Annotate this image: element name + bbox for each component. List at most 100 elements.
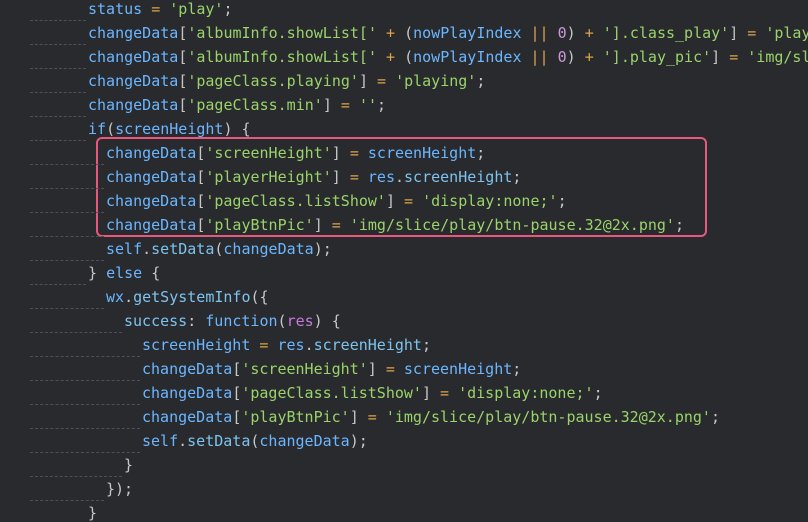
code-token: ) xyxy=(566,24,576,42)
indent-guide xyxy=(30,117,86,141)
code-token: = xyxy=(376,360,404,378)
code-token: '].class_play' xyxy=(602,24,730,42)
code-token: = xyxy=(340,168,368,186)
code-token: [ xyxy=(232,408,242,426)
indent-guide xyxy=(30,453,122,477)
code-token: screenHeight xyxy=(313,336,422,354)
code-token: ] xyxy=(358,72,368,90)
code-token: ( xyxy=(106,120,116,138)
code-token: [ xyxy=(196,168,206,186)
code-token: . xyxy=(304,336,314,354)
code-token: changeData xyxy=(88,24,179,42)
code-token: 'pageClass.playing' xyxy=(187,72,359,90)
code-token: '].play_pic' xyxy=(602,48,712,66)
code-token: screenHeight xyxy=(403,360,513,378)
code-token: changeData xyxy=(106,144,197,162)
code-token: 'display:none;' xyxy=(458,384,594,402)
code-token: ; xyxy=(674,216,684,234)
code-text: changeData['playerHeight'] = res.screenH… xyxy=(106,165,521,189)
code-token: 'display:none;' xyxy=(422,192,558,210)
code-token: [ xyxy=(196,144,206,162)
code-token: . xyxy=(395,168,405,186)
code-line: self.setData(changeData); xyxy=(0,429,808,453)
code-token: '' xyxy=(358,96,377,114)
indent-guide xyxy=(30,189,104,213)
code-line: changeData['pageClass.listShow'] = 'disp… xyxy=(0,381,808,405)
code-token: changeData xyxy=(88,48,179,66)
code-token: 'albumInfo.showList[' xyxy=(187,24,377,42)
indent-guide xyxy=(30,141,104,165)
code-token: getSystemInfo xyxy=(133,288,251,306)
indent-guide xyxy=(30,69,86,93)
code-token: || xyxy=(521,48,558,66)
code-text: changeData['pageClass.listShow'] = 'disp… xyxy=(142,381,603,405)
code-text: changeData['playBtnPic'] = 'img/slice/pl… xyxy=(106,213,684,237)
code-text: changeData['pageClass.min'] = ''; xyxy=(88,93,386,117)
code-token: setData xyxy=(187,432,251,450)
code-token: || xyxy=(521,24,558,42)
code-token: changeData xyxy=(106,168,197,186)
code-token: changeData xyxy=(88,72,179,90)
indent-guide xyxy=(30,501,86,522)
code-token: ; xyxy=(476,144,486,162)
code-text: changeData['albumInfo.showList[' + (nowP… xyxy=(88,21,808,45)
code-text: self.setData(changeData); xyxy=(142,429,368,453)
code-token: 0 xyxy=(557,48,567,66)
code-token: . xyxy=(178,432,188,450)
code-line: status = 'play'; xyxy=(0,0,808,21)
code-token: changeData xyxy=(142,408,233,426)
code-token: res xyxy=(286,312,314,330)
code-text: wx.getSystemInfo({ xyxy=(106,285,269,309)
code-token: res xyxy=(277,336,305,354)
code-line: screenHeight = res.screenHeight; xyxy=(0,333,808,357)
indent-guide xyxy=(30,429,140,453)
code-token: }); xyxy=(106,480,134,498)
code-line: changeData['screenHeight'] = screenHeigh… xyxy=(0,141,808,165)
code-line: wx.getSystemInfo({ xyxy=(0,285,808,309)
code-token: 'screenHeight' xyxy=(205,144,332,162)
code-token: ; xyxy=(557,192,567,210)
code-token: ; xyxy=(512,360,522,378)
code-text: screenHeight = res.screenHeight; xyxy=(142,333,431,357)
code-text: } xyxy=(124,453,133,477)
code-text: changeData['screenHeight'] = screenHeigh… xyxy=(106,141,485,165)
code-token: = xyxy=(431,384,459,402)
code-token: screenHeight xyxy=(367,144,477,162)
code-text: changeData['playBtnPic'] = 'img/slice/pl… xyxy=(142,405,720,429)
code-token: 'img/slice/play/btn-pause.32@2x.png' xyxy=(349,216,675,234)
indent-guide xyxy=(30,237,104,261)
code-line: success: function(res) { xyxy=(0,309,808,333)
code-line: }); xyxy=(0,477,808,501)
code-line: if(screenHeight) { xyxy=(0,117,808,141)
code-token: nowPlayIndex xyxy=(413,48,522,66)
code-token: . xyxy=(124,288,134,306)
code-token: = xyxy=(331,96,359,114)
indent-guide xyxy=(30,21,86,45)
code-token: [ xyxy=(178,96,188,114)
code-token: [ xyxy=(178,24,188,42)
code-token: = xyxy=(250,336,278,354)
code-token: } xyxy=(124,456,134,474)
code-token: 'img/sl xyxy=(747,48,808,66)
code-token: . xyxy=(142,240,152,258)
code-token: 'screenHeight' xyxy=(241,360,368,378)
code-line: changeData['playerHeight'] = res.screenH… xyxy=(0,165,808,189)
code-token: + xyxy=(377,24,405,42)
code-token: screenHeight xyxy=(404,168,513,186)
code-token: changeData xyxy=(142,384,233,402)
indent-guide xyxy=(30,333,140,357)
code-token: ; xyxy=(593,384,603,402)
code-text: } xyxy=(88,501,97,522)
code-editor[interactable]: status = 'play'; changeData['albumInfo.sh… xyxy=(0,0,808,522)
code-token: ; xyxy=(710,408,720,426)
code-token: ] xyxy=(711,48,721,66)
indent-guide xyxy=(30,93,86,117)
code-token: = xyxy=(142,0,170,18)
code-line: } xyxy=(0,453,808,477)
code-token: ; xyxy=(512,168,522,186)
code-token: ); xyxy=(349,432,368,450)
indent-guide xyxy=(30,405,140,429)
code-token: { xyxy=(142,264,161,282)
code-text: }); xyxy=(106,477,133,501)
code-token: setData xyxy=(151,240,215,258)
